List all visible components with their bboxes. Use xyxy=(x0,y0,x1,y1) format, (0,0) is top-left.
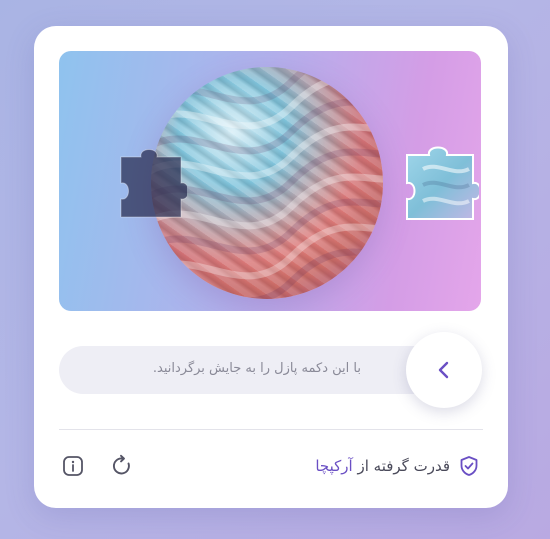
captcha-card: با این دکمه پازل را به جایش برگردانید. ق… xyxy=(34,26,508,508)
info-button[interactable] xyxy=(62,455,84,477)
branding-prefix: قدرت گرفته از xyxy=(357,457,450,475)
chevron-left-icon xyxy=(438,361,449,379)
branding-text: قدرت گرفته از آرکپچا xyxy=(315,457,450,475)
info-icon xyxy=(63,456,83,476)
refresh-icon xyxy=(113,454,130,475)
branding: قدرت گرفته از آرکپچا xyxy=(315,454,480,478)
refresh-button[interactable] xyxy=(110,454,134,478)
puzzle-hole xyxy=(120,149,187,218)
puzzle-image xyxy=(59,51,481,311)
divider xyxy=(59,429,483,430)
puzzle-piece[interactable] xyxy=(403,139,479,223)
brand-link[interactable]: آرکپچا xyxy=(315,457,352,475)
slider-handle-button[interactable] xyxy=(406,332,482,408)
slider-hint-text: با این دکمه پازل را به جایش برگردانید. xyxy=(152,361,361,376)
shield-check-icon xyxy=(460,456,478,476)
